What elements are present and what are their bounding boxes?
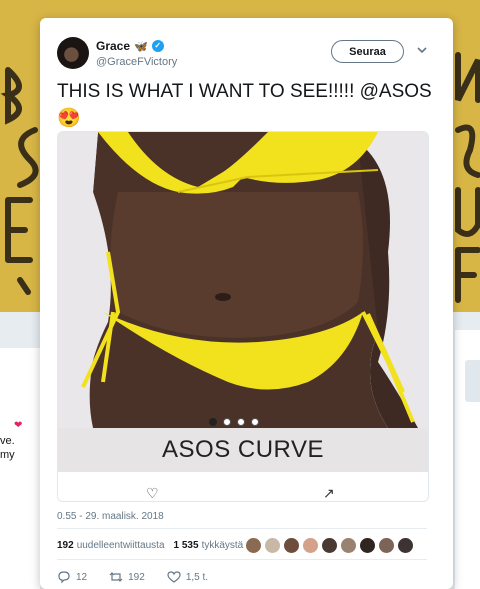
- heart-icon: ❤: [14, 420, 23, 431]
- carousel-dots[interactable]: [209, 418, 259, 426]
- avatar[interactable]: [283, 537, 300, 554]
- avatar[interactable]: [57, 37, 89, 69]
- author-name-row[interactable]: Grace 🦋 ✓: [96, 39, 164, 53]
- avatar[interactable]: [378, 537, 395, 554]
- liker-avatars: [245, 537, 414, 554]
- reply-icon: [58, 571, 70, 584]
- tweet-stats: 192 uudelleentwiittausta 1 535 tykkäystä: [57, 540, 249, 551]
- retweets-count[interactable]: 192: [57, 540, 74, 551]
- photo-illustration: [58, 132, 428, 428]
- avatar[interactable]: [340, 537, 357, 554]
- avatar[interactable]: [302, 537, 319, 554]
- divider: [57, 559, 427, 560]
- likes-label[interactable]: tykkäystä: [202, 540, 244, 551]
- tweet-timestamp[interactable]: 0.55 - 29. maalisk. 2018: [57, 511, 164, 522]
- retweets-label[interactable]: uudelleentwiittausta: [77, 540, 165, 551]
- reply-button[interactable]: 12: [57, 570, 87, 584]
- verified-badge-icon: ✓: [151, 40, 164, 52]
- likes-count[interactable]: 1 535: [174, 540, 199, 551]
- divider: [57, 528, 427, 529]
- display-name[interactable]: Grace: [96, 39, 130, 53]
- carousel-dot[interactable]: [251, 418, 259, 426]
- follow-button[interactable]: Seuraa: [331, 40, 404, 63]
- media-card[interactable]: ASOS CURVE ♡ ↗: [57, 131, 429, 502]
- heart-icon: [167, 571, 181, 583]
- media-caption: ASOS CURVE: [58, 428, 428, 472]
- background-right-button: [465, 360, 480, 402]
- background-tweet-card: ❤ ve. my: [0, 348, 40, 589]
- carousel-dot[interactable]: [209, 418, 217, 426]
- like-count: 1,5 t.: [185, 571, 209, 583]
- avatar[interactable]: [359, 537, 376, 554]
- retweet-button[interactable]: 192: [109, 570, 145, 584]
- reply-count: 12: [76, 571, 88, 583]
- tweet-card: Grace 🦋 ✓ @GraceFVictory Seuraa THIS IS …: [40, 18, 453, 589]
- avatar[interactable]: [397, 537, 414, 554]
- butterfly-emoji: 🦋: [134, 40, 148, 53]
- retweet-count: 192: [128, 571, 145, 583]
- tweet-text-line: THIS IS WHAT I WANT TO SEE!!!!! @ASOS 😍: [57, 81, 432, 129]
- background-tweet-text: ve. my: [0, 435, 15, 461]
- product-photo[interactable]: [58, 132, 428, 428]
- heart-outline-icon[interactable]: ♡: [146, 486, 159, 500]
- tweet-actions: 12 192 1,5 t.: [57, 570, 230, 584]
- retweet-icon: [109, 572, 123, 582]
- avatar[interactable]: [245, 537, 262, 554]
- chevron-down-icon[interactable]: [416, 44, 428, 56]
- carousel-dot[interactable]: [223, 418, 231, 426]
- share-icon[interactable]: ↗: [323, 486, 335, 500]
- avatar[interactable]: [264, 537, 281, 554]
- avatar[interactable]: [321, 537, 338, 554]
- carousel-dot[interactable]: [237, 418, 245, 426]
- user-handle[interactable]: @GraceFVictory: [96, 56, 177, 68]
- like-button[interactable]: 1,5 t.: [167, 570, 208, 584]
- media-actions-bar: ♡ ↗: [58, 472, 428, 501]
